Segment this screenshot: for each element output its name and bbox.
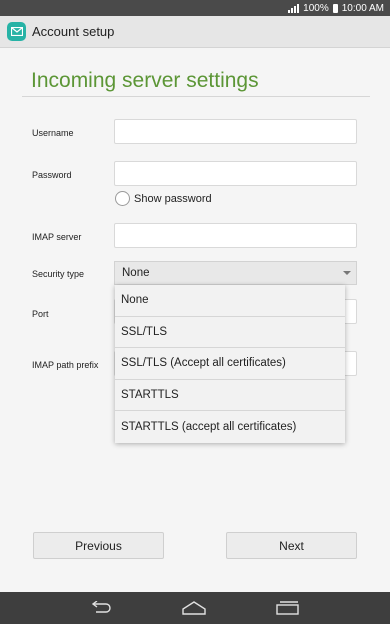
port-label: Port [32, 309, 49, 319]
home-icon[interactable] [182, 601, 206, 615]
navigation-bar [0, 592, 390, 624]
security-type-value: None [122, 267, 150, 279]
page-title: Incoming server settings [31, 69, 259, 92]
mail-icon [7, 22, 26, 41]
option-starttls-accept-all[interactable]: STARTTLS (accept all certificates) [115, 411, 345, 443]
show-password-label: Show password [134, 192, 212, 205]
recents-icon[interactable] [276, 601, 300, 615]
app-title: Account setup [32, 24, 115, 39]
show-password-checkbox[interactable] [115, 191, 130, 206]
heading-divider [22, 96, 370, 97]
imap-path-prefix-label: IMAP path prefix [32, 360, 99, 370]
username-label: Username [32, 128, 74, 138]
security-type-dropdown: None SSL/TLS SSL/TLS (Accept all certifi… [115, 285, 345, 443]
signal-icon [288, 3, 300, 13]
imap-server-label: IMAP server [32, 232, 82, 242]
username-field[interactable] [114, 119, 357, 144]
status-bar: 100% 10:00 AM [0, 0, 390, 16]
password-label: Password [32, 170, 72, 180]
option-ssl-tls-accept-all[interactable]: SSL/TLS (Accept all certificates) [115, 348, 345, 380]
battery-icon [332, 3, 338, 13]
dropdown-arrow-icon [343, 271, 351, 275]
show-password-toggle[interactable]: Show password [115, 191, 212, 206]
previous-button[interactable]: Previous [33, 532, 164, 559]
next-button[interactable]: Next [226, 532, 357, 559]
option-ssl-tls[interactable]: SSL/TLS [115, 317, 345, 348]
back-icon[interactable] [90, 601, 112, 615]
password-field[interactable] [114, 161, 357, 186]
clock: 10:00 AM [341, 2, 384, 14]
security-type-label: Security type [32, 269, 85, 279]
imap-server-field[interactable] [114, 223, 357, 248]
security-type-select[interactable]: None [114, 261, 357, 285]
app-bar: Account setup [0, 16, 390, 48]
option-starttls[interactable]: STARTTLS [115, 380, 345, 411]
option-none[interactable]: None [115, 285, 345, 317]
battery-percent: 100% [303, 2, 329, 14]
